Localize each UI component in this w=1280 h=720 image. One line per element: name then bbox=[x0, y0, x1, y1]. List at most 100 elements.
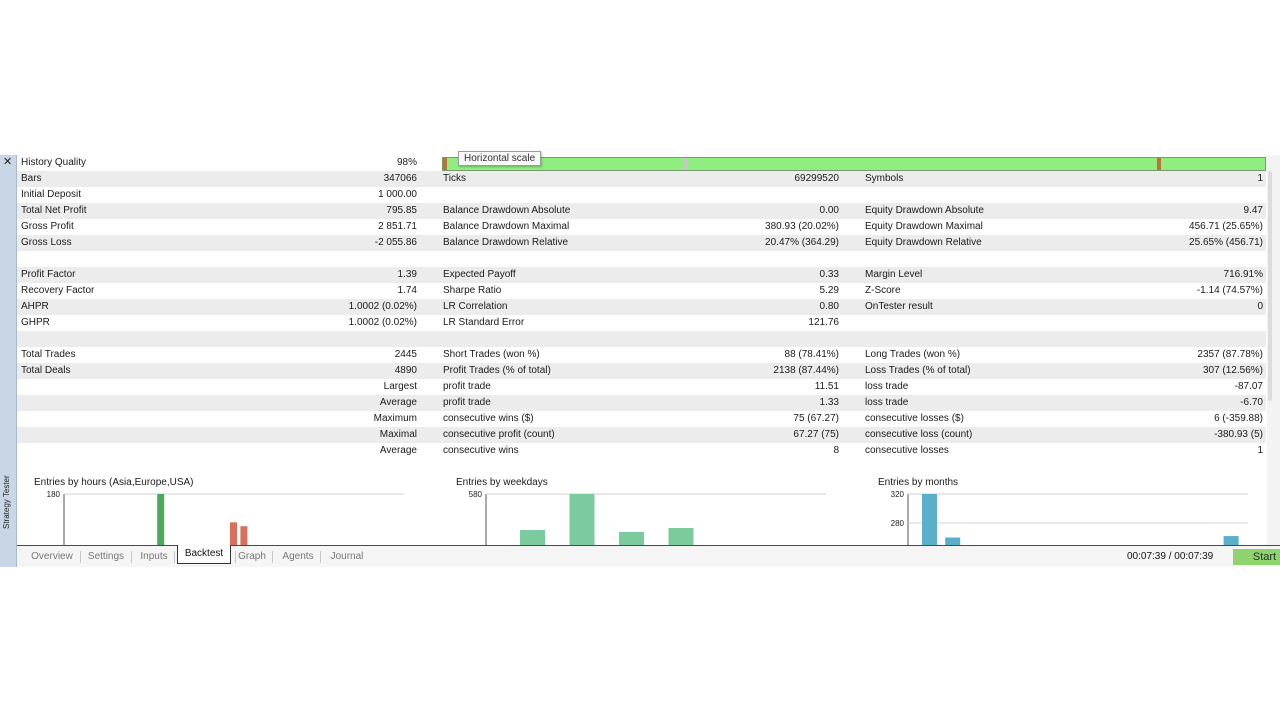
stat-label: Balance Drawdown Absolute bbox=[443, 205, 571, 216]
stat-label: Equity Drawdown Relative bbox=[865, 237, 982, 248]
close-icon[interactable]: ✕ bbox=[3, 157, 14, 168]
stat-value: 20.47% (364.29) bbox=[765, 237, 839, 248]
tab-separator bbox=[320, 551, 321, 563]
panel-sidebar: ✕ Strategy Tester bbox=[0, 155, 17, 567]
stat-label: Sharpe Ratio bbox=[443, 285, 502, 296]
stat-label: GHPR bbox=[21, 317, 50, 328]
stat-value: 1.0002 (0.02%) bbox=[348, 301, 417, 312]
stat-label: consecutive wins ($) bbox=[443, 413, 534, 424]
stat-value bbox=[317, 331, 417, 347]
stat-value: 2138 (87.44%) bbox=[773, 365, 839, 376]
stat-label: Total Net Profit bbox=[21, 205, 87, 216]
stat-label: AHPR bbox=[21, 301, 49, 312]
stat-value: Average bbox=[379, 397, 417, 408]
stat-value: -380.93 (5) bbox=[1214, 429, 1263, 440]
stat-label: Bars bbox=[21, 173, 42, 184]
tab-journal[interactable]: Journal bbox=[330, 550, 364, 564]
report-row: Profit Factor 1.39 Expected Payoff 0.33 Marg… bbox=[17, 267, 1266, 283]
tab-separator bbox=[272, 551, 273, 563]
stat-value: 0 bbox=[1257, 301, 1263, 312]
quality-mark-start bbox=[443, 158, 447, 170]
report-row: Total Trades 2445 Short Trades (won %) 88 (… bbox=[17, 347, 1266, 363]
stat-value bbox=[317, 251, 417, 267]
stat-label: Long Trades (won %) bbox=[865, 349, 961, 360]
stat-label: consecutive losses ($) bbox=[865, 413, 964, 424]
stat-value: 121.76 bbox=[808, 317, 839, 328]
y-tick-label: 280 bbox=[891, 519, 905, 528]
stat-value bbox=[739, 331, 839, 347]
stat-value: 456.71 (25.65%) bbox=[1189, 221, 1263, 232]
stat-value: 6 (-359.88) bbox=[1214, 413, 1263, 424]
tab-settings[interactable]: Settings bbox=[87, 550, 125, 564]
chart-entries-by-weekdays: Entries by weekdays 580 bbox=[456, 477, 830, 546]
tab-separator bbox=[131, 551, 132, 563]
report-row: Bars 347066 Ticks 69299520 Symbols 1 bbox=[17, 171, 1266, 187]
report-row bbox=[17, 331, 1266, 347]
stat-value: 0.80 bbox=[819, 301, 839, 312]
chart-entries-by-hours: Entries by hours (Asia,Europe,USA) 180 bbox=[34, 477, 408, 546]
tab-inputs[interactable]: Inputs bbox=[140, 550, 168, 564]
report-row: Maximal consecutive profit (count) 67.27 (… bbox=[17, 427, 1266, 443]
stat-value: 5.29 bbox=[819, 285, 839, 296]
stat-label: Total Trades bbox=[21, 349, 76, 360]
stat-value bbox=[739, 251, 839, 267]
bar-weekday-mon bbox=[520, 530, 545, 546]
chart-title: Entries by hours (Asia,Europe,USA) bbox=[34, 477, 194, 488]
stat-value: -2 055.86 bbox=[374, 237, 417, 248]
stat-value: Maximal bbox=[379, 429, 417, 440]
tab-agents[interactable]: Agents bbox=[282, 550, 314, 564]
stat-value: -6.70 bbox=[1240, 397, 1263, 408]
stat-label: loss trade bbox=[865, 397, 909, 408]
stat-value: Maximum bbox=[373, 413, 417, 424]
tab-graph[interactable]: Graph bbox=[238, 550, 266, 564]
stat-label: Balance Drawdown Maximal bbox=[443, 221, 570, 232]
bar-month-0 bbox=[922, 494, 937, 546]
stat-label: Recovery Factor bbox=[21, 285, 95, 296]
stat-value: 380.93 (20.02%) bbox=[765, 221, 839, 232]
bar-usa-hour-15 bbox=[230, 522, 237, 546]
stat-value: -1.14 (74.57%) bbox=[1196, 285, 1263, 296]
report-row: Average consecutive wins 8 consecutive loss… bbox=[17, 443, 1266, 459]
stat-label: Profit Factor bbox=[21, 269, 76, 280]
stat-label: Symbols bbox=[865, 173, 904, 184]
report-scrollbar[interactable] bbox=[1268, 171, 1272, 401]
report-row: Largest profit trade 11.51 loss trade -87.07 bbox=[17, 379, 1266, 395]
report-row: GHPR 1.0002 (0.02%) LR Standard Error 121.7… bbox=[17, 315, 1266, 331]
stat-label: Z-Score bbox=[865, 285, 901, 296]
stat-value: 4890 bbox=[394, 365, 417, 376]
stat-value: 75 (67.27) bbox=[793, 413, 839, 424]
tester-tabs: Overview Settings Inputs Backtest Graph Agent… bbox=[17, 545, 1280, 567]
report-row bbox=[17, 251, 1266, 267]
stat-value: 1 bbox=[1257, 173, 1263, 184]
stat-label: Equity Drawdown Absolute bbox=[865, 205, 984, 216]
stat-label: Profit Trades (% of total) bbox=[443, 365, 551, 376]
tab-separator bbox=[174, 551, 175, 563]
start-button[interactable]: Start bbox=[1233, 549, 1280, 565]
y-tick-label: 580 bbox=[469, 490, 483, 499]
stat-value: 347066 bbox=[383, 173, 417, 184]
report-row: Total Net Profit 795.85 Balance Drawdown A… bbox=[17, 203, 1266, 219]
report-row: Initial Deposit 1 000.00 bbox=[17, 187, 1266, 203]
report-row: Maximum consecutive wins ($) 75 (67.27) con… bbox=[17, 411, 1266, 427]
stat-label: Balance Drawdown Relative bbox=[443, 237, 569, 248]
tab-overview[interactable]: Overview bbox=[30, 550, 74, 564]
y-tick-label: 320 bbox=[891, 490, 905, 499]
stat-value: 0.00 bbox=[819, 205, 839, 216]
bar-usa-hour-16 bbox=[240, 526, 248, 546]
stat-value: 67.27 (75) bbox=[793, 429, 839, 440]
stat-label: consecutive losses bbox=[865, 445, 949, 456]
stat-label: profit trade bbox=[443, 381, 491, 392]
tab-backtest[interactable]: Backtest bbox=[177, 545, 231, 564]
stat-label: loss trade bbox=[865, 381, 909, 392]
stat-value bbox=[1163, 251, 1263, 267]
months-bar-chart: 280 320 bbox=[891, 490, 1248, 546]
stat-value: 1.0002 (0.02%) bbox=[348, 317, 417, 328]
quality-mark-gap bbox=[684, 158, 688, 170]
stat-label: Short Trades (won %) bbox=[443, 349, 540, 360]
history-quality-value: 98% bbox=[396, 157, 417, 168]
stat-value: 88 (78.41%) bbox=[784, 349, 839, 360]
stat-value bbox=[1163, 187, 1263, 203]
stat-value: -87.07 bbox=[1234, 381, 1263, 392]
report-row: Total Deals 4890 Profit Trades (% of total… bbox=[17, 363, 1266, 379]
stat-label: Total Deals bbox=[21, 365, 71, 376]
